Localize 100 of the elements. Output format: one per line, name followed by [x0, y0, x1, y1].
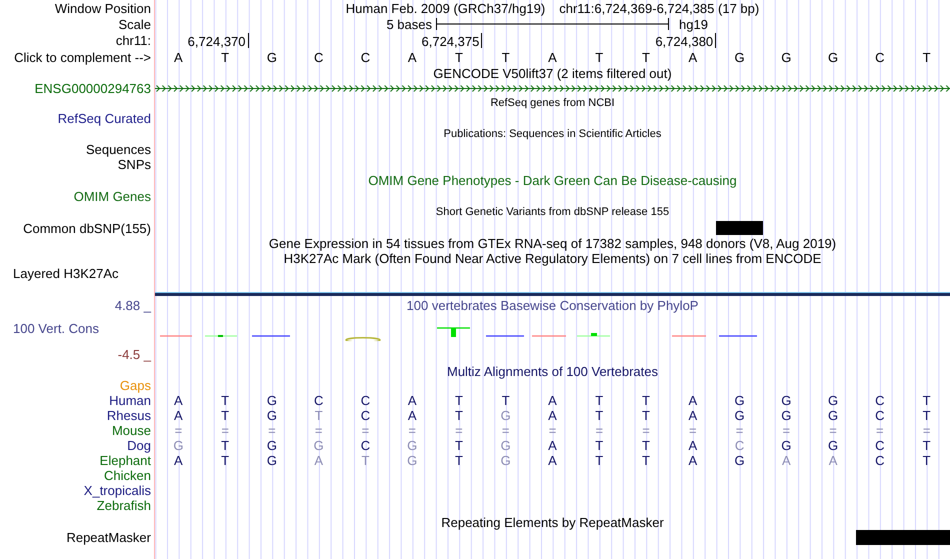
- assembly-text: Human Feb. 2009 (GRCh37/hg19): [346, 2, 546, 14]
- repeat-block[interactable]: [856, 530, 950, 545]
- axis-min-label: -4.5 _: [118, 348, 151, 360]
- aligned-base: G: [266, 439, 278, 452]
- aligned-base: A: [687, 409, 698, 422]
- species-label: Rhesus: [106, 409, 151, 422]
- aligned-base: T: [454, 439, 464, 452]
- track-title: Multiz Alignments of 100 Vertebrates: [446, 364, 658, 378]
- aligned-base: C: [734, 439, 746, 452]
- scale-assembly: hg19: [678, 18, 709, 30]
- track-label: Window Position: [54, 2, 151, 14]
- aligned-base: =: [594, 424, 604, 437]
- aligned-base: C: [312, 394, 324, 407]
- ruler-tick: 6,724,375: [422, 33, 482, 48]
- aligned-base: A: [173, 394, 184, 407]
- track-title: Gene Expression in 54 tissues from GTEx RNA-seq of 17382 samples, 948 donors (V8, Aug 2019): [268, 237, 836, 250]
- base-letter[interactable]: C: [856, 50, 904, 64]
- aligned-base: T: [594, 439, 604, 452]
- aligned-base: G: [827, 394, 840, 407]
- aligned-base: G: [406, 454, 418, 467]
- base-letter[interactable]: T: [482, 50, 530, 64]
- aligned-base: G: [733, 409, 746, 422]
- aligned-base: C: [360, 439, 372, 452]
- aligned-base: C: [360, 409, 372, 422]
- track-label: Gaps: [120, 379, 151, 392]
- aligned-base: T: [220, 394, 230, 407]
- track-label: RepeatMasker: [66, 531, 151, 544]
- track-label: 100 Vert. Cons: [13, 322, 99, 334]
- track-title: OMIM Gene Phenotypes - Dark Green Can Be Disease-causing: [368, 174, 737, 187]
- aligned-base: A: [547, 439, 558, 452]
- aligned-base: A: [173, 454, 184, 467]
- base-letter[interactable]: T: [622, 50, 670, 64]
- aligned-base: C: [360, 394, 372, 407]
- aligned-base: C: [874, 409, 886, 422]
- aligned-base: G: [266, 454, 278, 467]
- aligned-base: G: [733, 454, 746, 467]
- aligned-base: =: [407, 424, 417, 437]
- aligned-base: G: [266, 409, 278, 422]
- aligned-base: =: [688, 424, 698, 437]
- aligned-base: =: [641, 424, 651, 437]
- base-letter[interactable]: A: [388, 50, 436, 64]
- aligned-base: T: [641, 394, 651, 407]
- aligned-base: G: [172, 439, 184, 452]
- base-letter[interactable]: T: [903, 50, 950, 64]
- species-label: Dog: [127, 439, 151, 452]
- aligned-base: T: [220, 439, 230, 452]
- track-label: Layered H3K27Ac: [13, 266, 119, 280]
- species-label: Elephant: [100, 454, 151, 467]
- track-title: Publications: Sequences in Scientific Articles: [444, 128, 662, 140]
- track-label: chr11:: [116, 34, 151, 47]
- base-letter[interactable]: G: [248, 50, 296, 64]
- base-letter[interactable]: G: [762, 50, 810, 64]
- aligned-base: =: [782, 424, 792, 437]
- aligned-base: T: [220, 454, 230, 467]
- track-title: H3K27Ac Mark (Often Found Near Active Regulatory Elements) on 7 cell lines from ENCODE: [284, 252, 822, 265]
- base-letter[interactable]: T: [202, 50, 249, 64]
- aligned-base: =: [267, 424, 277, 437]
- species-label: Mouse: [112, 424, 151, 437]
- track-title: 100 vertebrates Basewise Conservation by PhyloP: [406, 298, 698, 312]
- aligned-base: T: [594, 409, 604, 422]
- species-label: X_tropicalis: [84, 484, 151, 497]
- aligned-base: G: [500, 439, 512, 452]
- base-letter[interactable]: C: [342, 50, 389, 64]
- scale-length: 5 bases: [386, 18, 433, 30]
- track-label: Scale: [118, 18, 151, 30]
- aligned-base: T: [314, 409, 324, 422]
- aligned-base: C: [874, 454, 886, 467]
- base-letter[interactable]: A: [669, 50, 716, 64]
- track-label: Common dbSNP(155): [23, 222, 151, 234]
- base-letter[interactable]: A: [155, 50, 202, 64]
- track-label: SNPs: [118, 158, 151, 171]
- track-label: RefSeq Curated: [58, 112, 151, 124]
- aligned-base: A: [547, 394, 558, 407]
- aligned-base: G: [266, 394, 278, 407]
- base-letter[interactable]: G: [716, 50, 763, 64]
- aligned-base: =: [922, 424, 932, 437]
- base-letter[interactable]: C: [295, 50, 342, 64]
- aligned-base: =: [360, 424, 370, 437]
- aligned-base: T: [641, 454, 651, 467]
- aligned-base: A: [173, 409, 184, 422]
- track-title: RefSeq genes from NCBI: [490, 98, 615, 108]
- aligned-base: G: [827, 409, 840, 422]
- base-letter[interactable]: A: [529, 50, 576, 64]
- aligned-base: A: [828, 454, 838, 467]
- aligned-base: G: [827, 439, 840, 452]
- aligned-base: A: [406, 394, 418, 407]
- axis-max-label: 4.88 _: [114, 298, 151, 312]
- aligned-base: T: [922, 409, 932, 422]
- base-letter[interactable]: G: [810, 50, 856, 64]
- species-label: Chicken: [104, 469, 151, 482]
- ruler-tick: 6,724,370: [188, 33, 249, 48]
- variant-block[interactable]: [716, 221, 763, 235]
- aligned-base: =: [828, 424, 838, 437]
- aligned-base: C: [874, 394, 886, 407]
- track-title: Repeating Elements by RepeatMasker: [441, 516, 664, 528]
- aligned-base: G: [733, 394, 746, 407]
- base-letter[interactable]: T: [576, 50, 623, 64]
- base-letter[interactable]: T: [436, 50, 482, 64]
- track-title: GENCODE V50lift37 (2 items filtered out): [433, 66, 672, 80]
- aligned-base: G: [500, 409, 512, 422]
